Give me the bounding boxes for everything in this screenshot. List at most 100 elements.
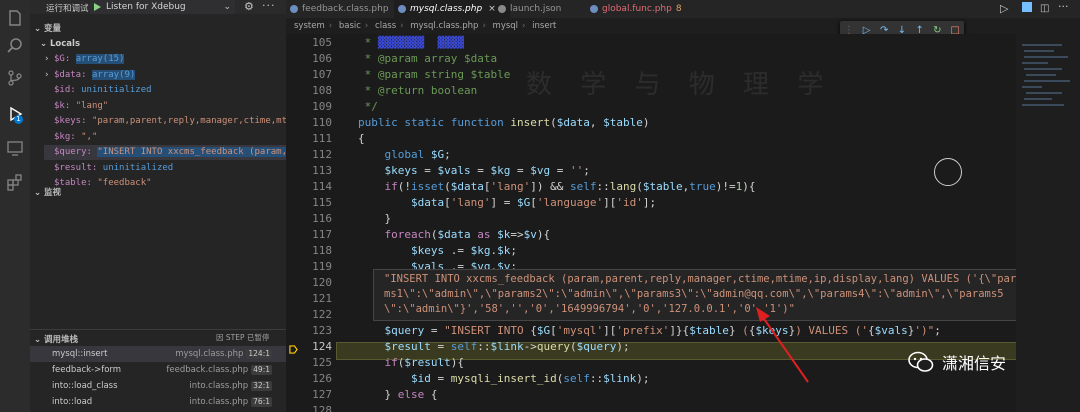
code-editor[interactable]: 数 学 与 物 理 学 105 106 107 108 109 110 111 112 113 1… [286, 34, 1016, 412]
variable-row[interactable]: $id: uninitialized [44, 83, 286, 98]
code-line: } else { [358, 388, 438, 401]
code-line: $data['lang'] = $G['language']['id']; [410, 196, 657, 209]
split-editor-icon[interactable] [1022, 2, 1032, 12]
line-number[interactable]: 107 [286, 68, 332, 81]
line-number[interactable]: 106 [286, 52, 332, 65]
watermark: 潇湘信安 [908, 342, 1078, 382]
line-number[interactable]: 122 [286, 308, 332, 321]
crumb-system[interactable]: system [294, 21, 325, 31]
crumb-basic[interactable]: basic [339, 21, 361, 31]
line-number[interactable]: 108 [286, 84, 332, 97]
line-number[interactable]: 115 [286, 196, 332, 209]
line-number[interactable]: 126 [286, 372, 332, 385]
current-execution-arrow-icon [289, 345, 298, 354]
variable-row[interactable]: $k: "lang" [44, 99, 286, 114]
callstack-frame[interactable]: feedback->form feedback.class.php 49:1 [30, 362, 286, 378]
code-line: $id = mysqli_insert_id(self::$link); [410, 372, 650, 385]
start-debug-icon[interactable] [94, 3, 101, 11]
split-icon[interactable]: ◫ [1040, 3, 1049, 14]
line-number[interactable]: 109 [286, 100, 332, 113]
locals-scope[interactable]: ⌄ Locals [40, 37, 80, 52]
more-actions-icon[interactable]: ··· [1058, 0, 1069, 13]
line-number[interactable]: 113 [286, 164, 332, 177]
crumb-file[interactable]: mysql.class.php [410, 21, 478, 31]
activity-bar: 1 [0, 0, 30, 412]
background-text: 数 学 与 物 理 学 [526, 70, 834, 100]
frame-line: 49:1 [251, 365, 272, 375]
variable-row[interactable]: $table: "feedback" [44, 176, 286, 191]
launch-config-select[interactable]: Listen for Xdebug ⌄ [90, 0, 235, 14]
line-number[interactable]: 114 [286, 180, 332, 193]
line-number[interactable]: 125 [286, 356, 332, 369]
frame-function: mysql::insert [52, 349, 108, 359]
callstack-frame[interactable]: into::load_class into.class.php 32:1 [30, 378, 286, 394]
editor-tabs: feedback.class.php mysql.class.php × laun… [286, 0, 1080, 18]
variable-name: $kg: [54, 131, 76, 142]
variable-row[interactable]: › $data: array(9) [44, 68, 286, 83]
variable-name: $data: [54, 69, 87, 80]
code-line: if(!isset($data['lang']) && self::lang($… [384, 180, 756, 193]
debug-sidebar: 运行和调试 Listen for Xdebug ⌄ ⚙ ··· ⌄ 变量 ⌄ Loc… [30, 0, 293, 412]
chevron-right-icon[interactable]: › [44, 52, 54, 67]
callstack-frame[interactable]: mysql::insert mysql.class.php 124:1 [30, 346, 286, 362]
search-icon[interactable] [5, 36, 25, 56]
source-control-icon[interactable] [5, 68, 25, 88]
php-file-icon [590, 5, 598, 13]
tab-global-func[interactable]: global.func.php 8 [586, 0, 712, 18]
callstack-section[interactable]: ⌄ 调用堆栈 [34, 333, 78, 345]
frame-function: feedback->form [52, 365, 122, 375]
code-line: if($result){ [384, 356, 464, 369]
line-number[interactable]: 120 [286, 276, 332, 289]
callstack-status: 因 STEP 已暂停 [216, 333, 270, 342]
variables-section[interactable]: ⌄ 变量 [34, 22, 61, 34]
line-number[interactable]: 128 [286, 404, 332, 412]
line-number[interactable]: 121 [286, 292, 332, 305]
line-number[interactable]: 123 [286, 324, 332, 337]
debug-view-title: 运行和调试 [46, 4, 89, 14]
frame-file: into.class.php [189, 381, 249, 391]
variable-row[interactable]: $keys: "param,parent,reply,manager,ctime… [44, 114, 292, 129]
run-file-icon[interactable]: ▷ [1000, 2, 1008, 15]
line-number[interactable]: 119 [286, 260, 332, 273]
line-number[interactable]: 110 [286, 116, 332, 129]
line-number[interactable]: 112 [286, 148, 332, 161]
gear-icon[interactable]: ⚙ [244, 0, 254, 13]
variable-row[interactable]: $query: "INSERT INTO xxcms_feedback (par… [44, 145, 293, 160]
variable-row[interactable]: › $G: array(15) [44, 52, 286, 67]
chevron-right-icon[interactable]: › [44, 68, 54, 83]
variable-hover-popup[interactable]: "INSERT INTO xxcms_feedback (param,paren… [373, 269, 1075, 321]
crumb-method[interactable]: insert [532, 21, 556, 31]
watch-section[interactable]: ⌄ 监视 [34, 186, 61, 198]
wechat-logo-icon [908, 351, 934, 372]
line-number[interactable]: 111 [286, 132, 332, 145]
variable-row[interactable]: $kg: "," [44, 130, 286, 145]
remote-explorer-icon[interactable] [5, 138, 25, 158]
extensions-icon[interactable] [5, 172, 25, 192]
more-actions-icon[interactable]: ··· [262, 0, 276, 12]
tab-mysql-class[interactable]: mysql.class.php × [394, 0, 510, 18]
code-line: * @param string $table [358, 68, 511, 81]
line-number[interactable]: 116 [286, 212, 332, 225]
code-line: { [358, 132, 365, 145]
variable-row[interactable]: $result: uninitialized [44, 161, 286, 176]
frame-line: 124:1 [246, 349, 272, 359]
crumb-class[interactable]: class [375, 21, 396, 31]
variable-name: $k: [54, 100, 71, 111]
variable-value: "lang" [75, 100, 109, 111]
tab-feedback-class[interactable]: feedback.class.php [286, 0, 410, 18]
line-number[interactable]: 118 [286, 244, 332, 257]
debug-badge: 1 [14, 115, 23, 124]
callstack-frame[interactable]: into::load into.class.php 76:1 [30, 394, 286, 410]
crumb-class-name[interactable]: mysql [493, 21, 519, 31]
explorer-icon[interactable] [5, 8, 25, 28]
frame-file: mysql.class.php [175, 349, 244, 359]
run-debug-icon[interactable]: 1 [5, 104, 25, 124]
line-number[interactable]: 105 [286, 36, 332, 49]
variable-name: $keys: [54, 116, 87, 126]
code-line: $result = self::$link->query($query); [384, 340, 630, 353]
code-line: * @param array $data [358, 52, 498, 65]
launch-config-label: Listen for Xdebug [106, 2, 186, 12]
hover-value-line: \":\"admin\"}','58','','0','1649996794',… [384, 303, 795, 315]
line-number[interactable]: 127 [286, 388, 332, 401]
line-number[interactable]: 117 [286, 228, 332, 241]
